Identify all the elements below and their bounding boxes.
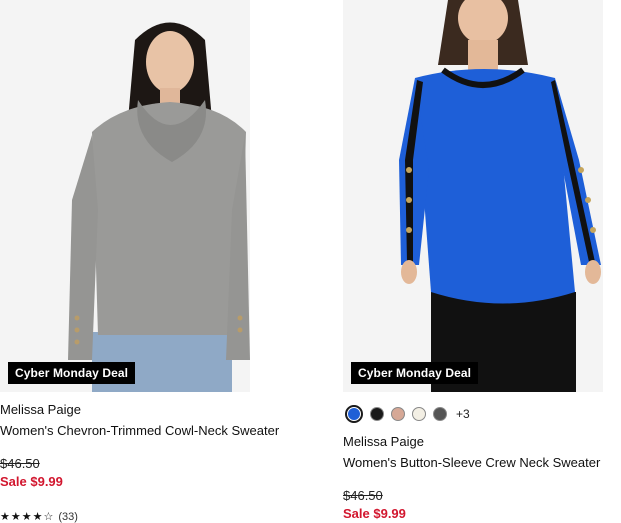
deal-badge: Cyber Monday Deal	[8, 362, 136, 384]
product-rating[interactable]: ★★★★☆ (33)	[0, 510, 300, 523]
swatch-black[interactable]	[370, 407, 384, 421]
deal-badge: Cyber Monday Deal	[351, 362, 479, 384]
product-card[interactable]: Cyber Monday Deal Melissa Paige Women's …	[0, 0, 300, 523]
color-swatches: +3	[345, 404, 621, 424]
product-image[interactable]: Cyber Monday Deal	[343, 0, 603, 392]
review-count: (33)	[58, 510, 78, 523]
swatch-ivory[interactable]	[412, 407, 426, 421]
original-price: $46.50	[343, 488, 383, 503]
swatch-gray[interactable]	[433, 407, 447, 421]
model-photo-sweater-gray	[0, 0, 250, 392]
sale-price: Sale $9.99	[0, 474, 63, 489]
model-photo-sweater-blue	[343, 0, 603, 392]
original-price: $46.50	[0, 456, 40, 471]
product-title[interactable]: Women's Chevron-Trimmed Cowl-Neck Sweate…	[0, 423, 300, 438]
swatch-blush[interactable]	[391, 407, 405, 421]
sale-price: Sale $9.99	[343, 506, 406, 521]
swatch-blue[interactable]	[345, 405, 363, 423]
product-brand: Melissa Paige	[343, 434, 424, 449]
product-image[interactable]: Cyber Monday Deal	[0, 0, 250, 392]
product-card[interactable]: Cyber Monday Deal +3 Melissa Paige Women…	[343, 0, 621, 521]
rating-stars: ★★★★☆	[0, 511, 55, 523]
product-title[interactable]: Women's Button-Sleeve Crew Neck Sweater	[343, 455, 621, 470]
more-colors-link[interactable]: +3	[456, 407, 470, 421]
product-brand: Melissa Paige	[0, 402, 81, 417]
